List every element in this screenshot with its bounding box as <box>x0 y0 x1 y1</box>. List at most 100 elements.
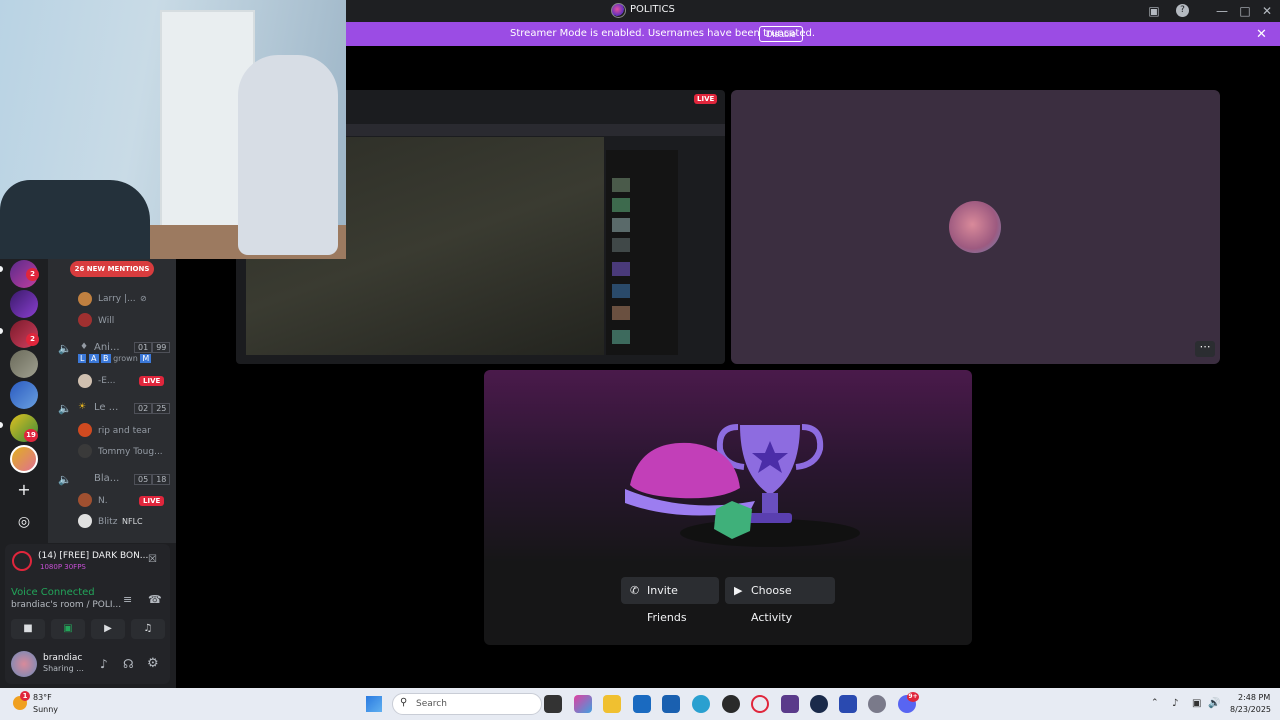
disconnect-icon[interactable]: ☎ <box>148 593 162 606</box>
taskbar-search[interactable] <box>392 693 542 715</box>
add-server-icon[interactable]: + <box>14 480 34 500</box>
channel-user-count: 01 99 <box>134 342 171 353</box>
username: brandiac <box>43 653 83 663</box>
app-icon[interactable] <box>781 695 799 713</box>
discord-badge: 9+ <box>907 692 919 702</box>
mention-badge: 19 <box>24 429 38 442</box>
task-view-icon[interactable] <box>544 695 562 713</box>
settings-gear-icon[interactable]: ⚙ <box>147 656 159 671</box>
activity-icon[interactable]: ▶ <box>91 619 125 639</box>
new-mentions-pill[interactable]: 26 NEW MENTIONS <box>70 261 154 277</box>
member-tag: NFLC <box>122 517 143 526</box>
obs-icon[interactable] <box>722 695 740 713</box>
member-name[interactable]: Tommy Toug... <box>98 447 163 457</box>
participant-avatar <box>949 201 1001 253</box>
member-name[interactable]: Blitz <box>98 517 117 527</box>
animal-icon: ♦ <box>80 342 89 352</box>
channel-user-count: 05 18 <box>134 474 171 485</box>
live-badge: LIVE <box>139 376 165 386</box>
file-explorer-icon[interactable] <box>603 695 621 713</box>
channel-tags: L A B grown M <box>78 354 152 363</box>
invite-friends-button[interactable]: ✆ Invite Friends <box>621 577 719 624</box>
server-icon-active[interactable] <box>10 445 38 473</box>
avatar <box>78 292 92 306</box>
avatar <box>78 313 92 327</box>
member-name[interactable]: -E... <box>98 376 116 386</box>
server-icon[interactable] <box>10 381 38 409</box>
server-icon[interactable] <box>10 350 38 378</box>
live-badge: LIVE <box>139 496 165 506</box>
network-icon[interactable]: ▣ <box>1192 698 1201 709</box>
stream-quality: 1080P 30FPS <box>40 563 86 571</box>
camera-off-icon[interactable]: ■ <box>11 619 45 639</box>
choose-activity-label: Choose Activity <box>751 584 793 624</box>
weather-temp[interactable]: 83°F <box>33 693 52 702</box>
stream-title[interactable]: (14) [FREE] DARK BON... <box>38 551 148 561</box>
soundboard-icon[interactable]: ♫ <box>131 619 165 639</box>
server-icon[interactable] <box>10 290 38 318</box>
more-options-icon[interactable]: ⋯ <box>1195 341 1215 357</box>
choose-activity-button[interactable]: ▶ Choose Activity <box>725 577 835 624</box>
edge-icon[interactable] <box>692 695 710 713</box>
voice-room-name[interactable]: brandiac's room / POLI... <box>11 600 121 610</box>
volume-icon[interactable]: 🔊 <box>1208 698 1220 709</box>
speaker-icon: 🔈 <box>58 342 72 355</box>
clock-time[interactable]: 2:48 PM <box>1238 693 1270 702</box>
minimize-icon[interactable]: — <box>1214 3 1230 19</box>
mic-tray-icon[interactable]: ♪ <box>1172 698 1178 709</box>
maximize-icon[interactable]: □ <box>1237 3 1253 19</box>
voice-connected-status[interactable]: Voice Connected <box>11 587 95 598</box>
trophy-illustration-icon <box>625 424 860 547</box>
avatar <box>78 423 92 437</box>
tray-chevron-icon[interactable]: ⌃ <box>1151 698 1159 708</box>
headphones-icon[interactable]: ☊ <box>123 657 134 671</box>
user-avatar[interactable] <box>11 651 37 677</box>
webcam-overlay <box>0 0 346 259</box>
discover-icon[interactable]: ◎ <box>14 512 34 532</box>
microphone-icon[interactable]: ♪ <box>100 657 108 671</box>
mention-badge: 2 <box>26 333 39 346</box>
clock-date[interactable]: 8/23/2025 <box>1230 705 1271 714</box>
avatar <box>78 374 92 388</box>
window-title: POLITICS <box>630 4 675 15</box>
voice-channel-name[interactable]: Le ... <box>94 402 118 413</box>
weather-badge: 1 <box>20 691 30 701</box>
user-status: Sharing ... <box>43 664 84 673</box>
member-name[interactable]: Larry |... <box>98 294 136 304</box>
app-icon[interactable] <box>839 695 857 713</box>
screen-share-active-icon[interactable]: ▣ <box>51 619 85 639</box>
invite-friends-label: Invite Friends <box>647 584 687 624</box>
steam-icon[interactable] <box>810 695 828 713</box>
windows-start-icon[interactable] <box>366 696 382 712</box>
noise-suppression-icon[interactable]: ≡ <box>123 593 132 606</box>
screen-share-icon[interactable]: ▣ <box>1146 3 1162 19</box>
voice-channel-name[interactable]: Ani... <box>94 342 120 353</box>
banner-close-icon[interactable]: ✕ <box>1256 27 1267 42</box>
avatar <box>78 514 92 528</box>
member-name[interactable]: N. <box>98 496 108 506</box>
help-icon[interactable]: ? <box>1176 4 1189 17</box>
weather-condition[interactable]: Sunny <box>33 705 58 714</box>
speaker-icon: 🔈 <box>58 473 72 486</box>
webcam-blanket <box>0 180 150 259</box>
add-friend-icon: ✆ <box>630 584 640 597</box>
channel-user-count: 02 25 <box>134 403 171 414</box>
opera-icon[interactable] <box>751 695 769 713</box>
disable-button[interactable]: Disable <box>759 26 803 42</box>
store-icon[interactable] <box>662 695 680 713</box>
outlook-icon[interactable] <box>633 695 651 713</box>
member-name[interactable]: rip and tear <box>98 426 151 436</box>
member-name[interactable]: Will <box>98 316 114 326</box>
search-icon: ⚲ <box>400 697 408 708</box>
voice-channel-name[interactable]: Bla... <box>94 473 119 484</box>
webcam-chair <box>238 55 338 255</box>
copilot-icon[interactable] <box>574 695 592 713</box>
stop-stream-icon[interactable]: ☒ <box>148 554 157 565</box>
muted-icon: ⊘ <box>140 294 147 303</box>
avatar <box>78 444 92 458</box>
settings-icon[interactable] <box>868 695 886 713</box>
mention-badge: 2 <box>26 268 39 281</box>
close-icon[interactable]: ✕ <box>1259 3 1275 19</box>
shared-screen-sidebar <box>606 150 678 355</box>
search-placeholder: Search <box>416 699 447 709</box>
